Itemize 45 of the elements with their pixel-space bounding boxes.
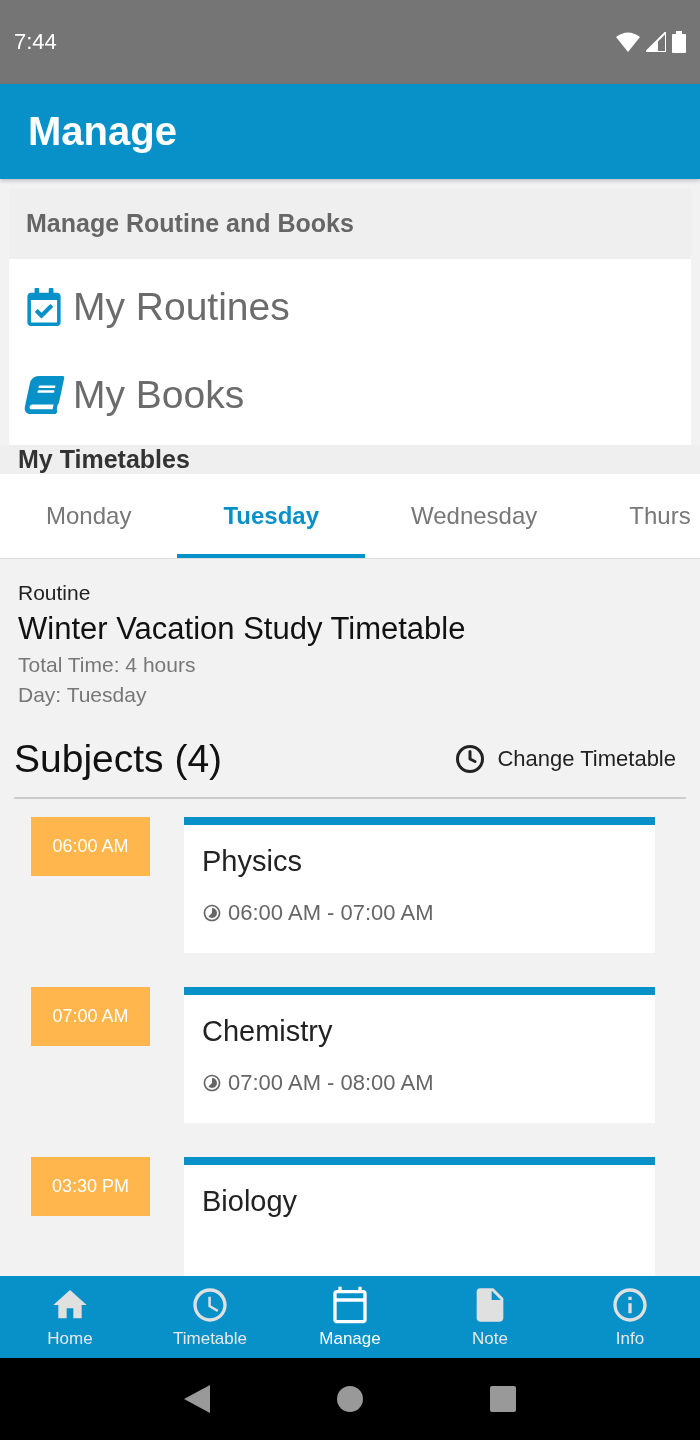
day-tab[interactable]: Tuesday [177,474,365,558]
home-circle-icon[interactable] [337,1386,363,1412]
status-time: 7:44 [14,29,57,55]
wifi-icon [616,32,640,52]
clock-icon [455,744,486,774]
section-title: My Timetables [18,445,190,474]
clock-icon [190,1285,230,1325]
subject-card[interactable]: Chemistry 07:00 AM - 08:00 AM [184,987,655,1123]
subjects-title: Subjects (4) [14,737,223,781]
day-tab[interactable]: Wednesday [365,474,584,558]
recents-icon[interactable] [490,1386,517,1412]
nav-item[interactable]: Home [0,1276,140,1358]
day-tab[interactable]: Thurs [583,474,700,558]
routine-day: Day: Tuesday [18,683,682,707]
subject-card[interactable]: Biology [184,1157,655,1276]
calendar-check-icon [25,288,63,326]
day-tab[interactable]: Monday [0,474,178,558]
subject-name: Chemistry [202,1015,334,1048]
calendar-icon [330,1285,370,1325]
manage-link[interactable]: My Routines [73,285,290,329]
subject-name: Biology [202,1185,299,1218]
info-icon [610,1285,650,1325]
total-time: Total Time: 4 hours [18,653,197,677]
app-title: Manage [28,109,177,154]
routine-caption: Routine [18,581,92,605]
nav-item[interactable]: Note [420,1276,560,1358]
change-timetable-button[interactable]: Change Timetable [455,744,686,774]
timer-icon [202,903,222,923]
battery-icon [672,31,686,53]
time-badge: 06:00 AM [31,817,150,876]
signal-icon [646,32,666,52]
section-title: Manage Routine and Books [26,209,354,238]
time-badge: 03:30 PM [31,1157,150,1216]
nav-item[interactable]: Info [560,1276,700,1358]
timer-icon [202,1073,222,1093]
subject-time-range: 07:00 AM - 08:00 AM [228,1070,434,1096]
back-icon[interactable] [183,1385,210,1413]
manage-link[interactable]: My Books [73,373,245,417]
nav-item[interactable]: Manage [280,1276,420,1358]
subject-name: Physics [202,845,303,878]
nav-item[interactable]: Timetable [140,1276,280,1358]
subject-time-range: 06:00 AM - 07:00 AM [228,900,434,926]
routine-name: Winter Vacation Study Timetable [18,611,467,647]
time-badge: 07:00 AM [31,987,150,1046]
subject-card[interactable]: Physics 06:00 AM - 07:00 AM [184,817,655,953]
